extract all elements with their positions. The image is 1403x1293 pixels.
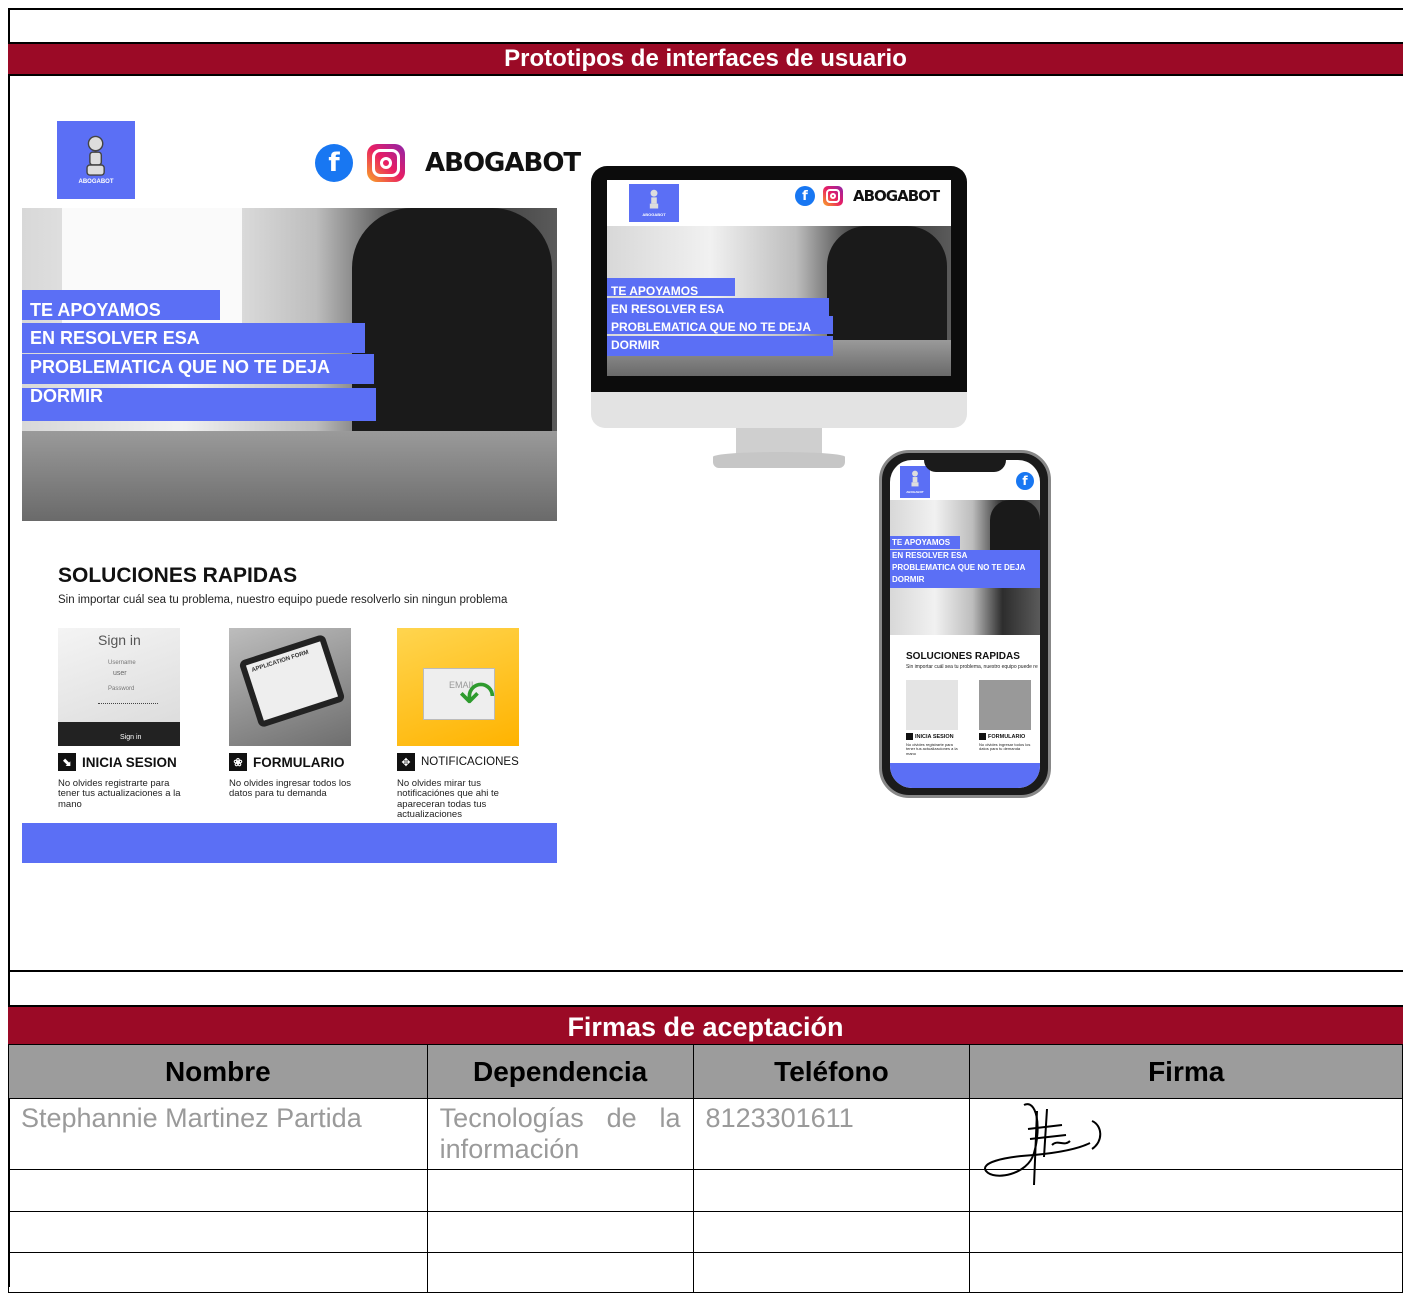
monitor-instagram-icon[interactable] [823,186,843,206]
cell-nombre: Stephannie Martinez Partida [8,1098,428,1170]
handwritten-signature [984,1103,1102,1186]
header-dependencia: Dependencia [426,1044,694,1099]
hero-line-3: PROBLEMATICA QUE NO TE DEJA [30,357,331,377]
header-firma: Firma [969,1044,1403,1099]
phone-card-title-2[interactable]: FORMULARIO [979,733,1025,740]
monitor-chin [591,392,967,428]
signatures-heading: Firmas de aceptación [8,1005,1403,1045]
card-desc-notificaciones: No olvides mirar tus notificaciónes que … [397,778,499,821]
hero-line-1: TE APOYAMOS [30,300,161,320]
phone-form-image [979,680,1031,730]
card-title-formulario[interactable]: ❀ FORMULARIO [229,753,345,771]
table-row: Stephannie Martinez Partida Tecnologías … [8,1098,1403,1186]
form-icon: ❀ [229,753,247,771]
arrows-icon: ✥ [397,753,415,771]
table-row [8,1169,1403,1212]
solutions-subtitle: Sin importar cuál sea tu problema, nuest… [58,594,508,606]
social-bar: f ABOGABOT [315,144,581,182]
cell-dependencia: Tecnologías de la información [426,1098,694,1170]
monitor-facebook-icon[interactable]: f [795,186,815,206]
table-header-row: Nombre Dependencia Teléfono Firma [8,1044,1403,1099]
logo: ABOGABOT [57,121,135,199]
header-nombre: Nombre [8,1044,428,1099]
robot-icon [86,135,106,176]
hero-line-2: EN RESOLVER ESA [30,328,200,348]
monitor-social: f ABOGABOT [795,186,940,206]
phone-sign-in-image [906,680,958,730]
monitor-hero: TE APOYAMOS EN RESOLVER ESA PROBLEMATICA… [607,226,951,376]
table-row [8,1211,1403,1253]
card-desc-inicia-sesion: No olvides registrarte para tener tus ac… [58,778,181,810]
application-form-image: APPLICATION FORM [229,628,351,746]
phone-solutions-subtitle: Sin importar cuál sea tu problema, nuest… [906,664,1038,670]
phone-footer-band [890,763,1040,788]
prototypes-heading: Prototipos de interfaces de usuario [8,42,1403,76]
phone-facebook-icon[interactable]: f [1016,472,1034,490]
section-divider [8,970,1403,972]
card-desc-formulario: No olvides ingresar todos los datos para… [229,778,351,800]
footer-band [22,823,557,863]
phone-solutions-title: SOLUCIONES RAPIDAS [906,651,1020,662]
monitor-logo: ABOGABOT [629,184,679,222]
phone-card-title-1[interactable]: INICIA SESION [906,733,954,740]
signatures-table: Nombre Dependencia Teléfono Firma Stepha… [8,1044,1403,1293]
instagram-icon[interactable] [367,144,405,182]
card-title-inicia-sesion[interactable]: ⬊ INICIA SESION [58,753,177,771]
header-telefono: Teléfono [692,1044,971,1099]
monitor-screen: ABOGABOT f ABOGABOT TE APOYAMOS EN RESOL… [607,180,951,376]
brand-name: ABOGABOT [425,148,581,178]
card-title-notificaciones[interactable]: ✥ NOTIFICACIONES [397,753,519,771]
phone-logo: ABOGABOT [900,466,930,498]
facebook-icon[interactable]: f [315,144,353,182]
solutions-title: SOLUCIONES RAPIDAS [58,564,298,587]
logo-caption: ABOGABOT [78,179,114,186]
cell-telefono: 8123301611 [692,1098,971,1170]
phone-hero: TE APOYAMOS EN RESOLVER ESA PROBLEMATICA… [890,500,1040,635]
cell-firma [969,1098,1403,1186]
email-notification-image: EMAIL ↶ [397,628,519,746]
monitor-base [713,452,845,468]
hero-image: TE APOYAMOS EN RESOLVER ESA PROBLEMATICA… [22,208,557,521]
phone-notch [924,458,1006,472]
hero-line-4: DORMIR [30,386,103,406]
phone-screen: ABOGABOT f TE APOYAMOS EN RESOLVER ESA P… [890,460,1040,788]
login-icon: ⬊ [58,753,76,771]
sign-in-image: Sign in Username user Password Sign in [58,628,180,746]
